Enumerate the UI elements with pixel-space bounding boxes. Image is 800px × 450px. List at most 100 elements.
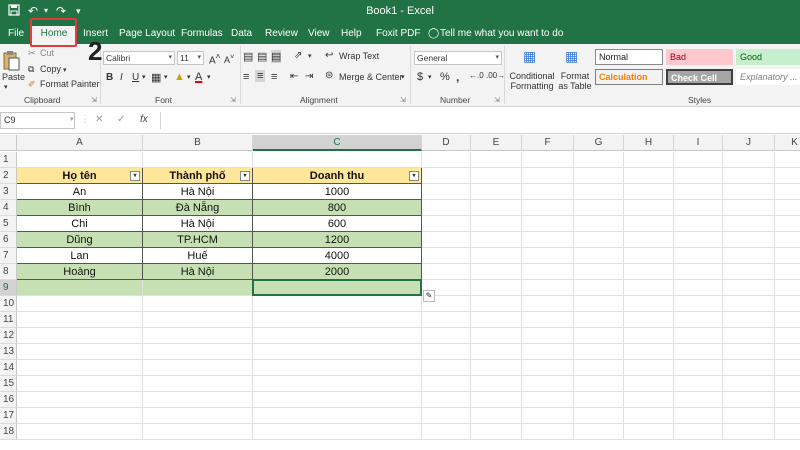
cell-g15[interactable] bbox=[574, 376, 624, 392]
cell-k15[interactable] bbox=[775, 376, 800, 392]
column-header-e[interactable]: E bbox=[471, 135, 522, 151]
cell-c11[interactable] bbox=[253, 312, 422, 328]
cell-j12[interactable] bbox=[723, 328, 775, 344]
percent-button[interactable]: % bbox=[440, 71, 450, 83]
row-header-15[interactable]: 15 bbox=[0, 376, 17, 392]
cell-h14[interactable] bbox=[624, 360, 674, 376]
cell-f9[interactable] bbox=[522, 280, 574, 296]
filter-dropdown-icon[interactable]: ▾ bbox=[240, 171, 250, 181]
row-header-7[interactable]: 7 bbox=[0, 248, 17, 264]
paste-dropdown-icon[interactable]: ▾ bbox=[4, 83, 8, 91]
cell-f13[interactable] bbox=[522, 344, 574, 360]
cell-a15[interactable] bbox=[17, 376, 143, 392]
cell-i14[interactable] bbox=[674, 360, 723, 376]
tab-review[interactable]: Review bbox=[265, 26, 298, 44]
borders-dropdown-icon[interactable]: ▾ bbox=[164, 73, 168, 81]
cell-b11[interactable] bbox=[143, 312, 253, 328]
currency-dropdown-icon[interactable]: ▾ bbox=[428, 73, 432, 81]
cell-d3[interactable] bbox=[422, 184, 471, 200]
cell-f8[interactable] bbox=[522, 264, 574, 280]
borders-icon[interactable]: ▦ bbox=[151, 71, 161, 84]
cell-f6[interactable] bbox=[522, 232, 574, 248]
cell-j9[interactable] bbox=[723, 280, 775, 296]
column-header-j[interactable]: J bbox=[723, 135, 775, 151]
bold-button[interactable]: B bbox=[106, 72, 113, 83]
cell-g3[interactable] bbox=[574, 184, 624, 200]
tab-formulas[interactable]: Formulas bbox=[181, 26, 223, 44]
currency-button[interactable]: $ bbox=[417, 71, 423, 83]
align-center-icon[interactable]: ≡ bbox=[255, 70, 266, 82]
paste-icon[interactable] bbox=[2, 50, 22, 71]
cell-h5[interactable] bbox=[624, 216, 674, 232]
column-header-a[interactable]: A bbox=[17, 135, 143, 151]
cell-g7[interactable] bbox=[574, 248, 624, 264]
cell-j15[interactable] bbox=[723, 376, 775, 392]
cell-a4[interactable]: Bình bbox=[17, 200, 143, 216]
cell-h15[interactable] bbox=[624, 376, 674, 392]
cell-h7[interactable] bbox=[624, 248, 674, 264]
paste-options-icon[interactable]: ✎ bbox=[423, 290, 435, 302]
cell-i15[interactable] bbox=[674, 376, 723, 392]
cell-e1[interactable] bbox=[471, 152, 522, 168]
row-header-18[interactable]: 18 bbox=[0, 424, 17, 440]
cell-b1[interactable] bbox=[143, 152, 253, 168]
cell-h10[interactable] bbox=[624, 296, 674, 312]
row-header-6[interactable]: 6 bbox=[0, 232, 17, 248]
cell-d2[interactable] bbox=[422, 168, 471, 184]
cell-k9[interactable] bbox=[775, 280, 800, 296]
cell-d6[interactable] bbox=[422, 232, 471, 248]
cell-b9[interactable] bbox=[143, 280, 253, 296]
cell-j2[interactable] bbox=[723, 168, 775, 184]
cell-f14[interactable] bbox=[522, 360, 574, 376]
cell-a14[interactable] bbox=[17, 360, 143, 376]
cell-a11[interactable] bbox=[17, 312, 143, 328]
cell-d12[interactable] bbox=[422, 328, 471, 344]
cell-f17[interactable] bbox=[522, 408, 574, 424]
column-header-g[interactable]: G bbox=[574, 135, 624, 151]
italic-button[interactable]: I bbox=[120, 72, 123, 83]
cell-k8[interactable] bbox=[775, 264, 800, 280]
style-bad[interactable]: Bad bbox=[666, 49, 733, 65]
cell-g14[interactable] bbox=[574, 360, 624, 376]
cell-h12[interactable] bbox=[624, 328, 674, 344]
cell-i4[interactable] bbox=[674, 200, 723, 216]
cell-c17[interactable] bbox=[253, 408, 422, 424]
cell-a18[interactable] bbox=[17, 424, 143, 440]
copy-dropdown-icon[interactable]: ▾ bbox=[63, 66, 67, 74]
cell-j17[interactable] bbox=[723, 408, 775, 424]
cell-d1[interactable] bbox=[422, 152, 471, 168]
cancel-icon[interactable]: ✕ bbox=[95, 114, 103, 125]
cell-g16[interactable] bbox=[574, 392, 624, 408]
cell-b3[interactable]: Hà Nội bbox=[143, 184, 253, 200]
cell-h1[interactable] bbox=[624, 152, 674, 168]
row-header-8[interactable]: 8 bbox=[0, 264, 17, 280]
enter-icon[interactable]: ✓ bbox=[117, 114, 125, 125]
column-header-d[interactable]: D bbox=[422, 135, 471, 151]
cell-d14[interactable] bbox=[422, 360, 471, 376]
cell-g5[interactable] bbox=[574, 216, 624, 232]
cell-g18[interactable] bbox=[574, 424, 624, 440]
clipboard-launcher-icon[interactable]: ⇲ bbox=[91, 96, 97, 104]
cell-f12[interactable] bbox=[522, 328, 574, 344]
cell-a3[interactable]: An bbox=[17, 184, 143, 200]
cell-k12[interactable] bbox=[775, 328, 800, 344]
cell-i17[interactable] bbox=[674, 408, 723, 424]
decrease-font-icon[interactable]: A˅ bbox=[224, 52, 234, 65]
column-header-c[interactable]: C bbox=[253, 135, 422, 151]
conditional-formatting-button[interactable]: Conditional Formatting bbox=[509, 71, 555, 91]
cell-k18[interactable] bbox=[775, 424, 800, 440]
cell-d18[interactable] bbox=[422, 424, 471, 440]
comma-button[interactable]: , bbox=[456, 70, 459, 84]
cell-j18[interactable] bbox=[723, 424, 775, 440]
cell-c6[interactable]: 1200 bbox=[253, 232, 422, 248]
cell-f7[interactable] bbox=[522, 248, 574, 264]
row-header-9[interactable]: 9 bbox=[0, 280, 17, 296]
cell-h8[interactable] bbox=[624, 264, 674, 280]
cell-h16[interactable] bbox=[624, 392, 674, 408]
cell-e9[interactable] bbox=[471, 280, 522, 296]
cell-f1[interactable] bbox=[522, 152, 574, 168]
cell-a5[interactable]: Chi bbox=[17, 216, 143, 232]
cell-k4[interactable] bbox=[775, 200, 800, 216]
copy-button[interactable]: Copy bbox=[40, 64, 61, 74]
cell-i12[interactable] bbox=[674, 328, 723, 344]
